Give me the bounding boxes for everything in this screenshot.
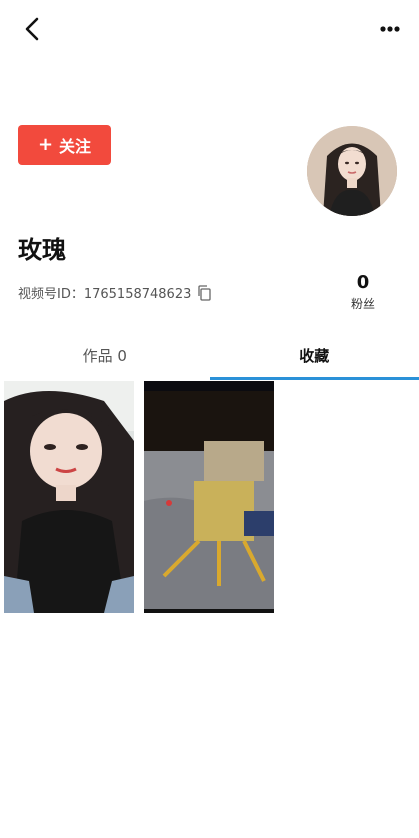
profile-tabs: 作品 0 收藏 [0,330,419,380]
video-thumbnail[interactable] [4,381,134,613]
video-id-text: 视频号ID：1765158748623 [18,287,192,302]
favorites-grid [4,381,274,613]
more-horizontal-icon [380,26,400,32]
follow-button[interactable]: + 关注 [18,125,111,165]
chevron-left-icon [25,17,39,41]
plus-icon: + [37,134,54,155]
fans-label: 粉丝 [350,297,375,311]
tab-favorites[interactable]: 收藏 [209,330,419,380]
video-id-row: 视频号ID：1765158748623 [18,283,212,302]
avatar[interactable] [307,126,397,216]
video-thumbnail[interactable] [144,381,274,613]
avatar-image [307,126,397,216]
username: 玫瑰 [18,236,66,264]
fans-count: 0 [356,272,370,293]
copy-icon[interactable] [197,284,212,301]
fans-stat[interactable]: 0 粉丝 [343,272,383,312]
portrait-video-image [4,381,134,613]
back-button[interactable] [18,14,48,44]
follow-label: 关注 [59,137,92,156]
profile-page: + 关注 玫瑰 视频号ID：1765158748623 0 粉丝 作品 0 收藏 [0,0,419,838]
lunar-lander-video-image [144,381,274,613]
tab-works[interactable]: 作品 0 [0,330,210,380]
more-button[interactable] [375,16,405,42]
